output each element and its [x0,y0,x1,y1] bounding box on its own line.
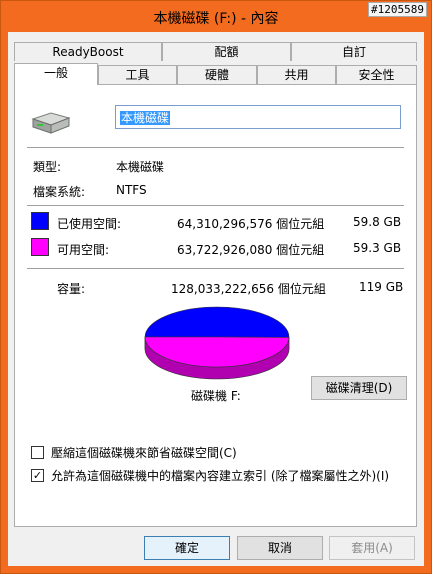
used-space-size: 59.8 GB [353,215,402,229]
tab-hardware[interactable]: 硬體 [177,65,257,84]
tab-sharing[interactable]: 共用 [257,65,336,84]
divider [27,268,404,269]
compress-checkbox[interactable] [31,446,44,459]
tab-customize[interactable]: 自訂 [291,42,417,61]
free-space-label: 可用空間: [57,243,110,257]
divider [27,205,404,206]
ok-button[interactable]: 確定 [144,536,230,560]
dialog-client: ReadyBoost 配額 自訂 一般 工具 硬體 共用 安全性 本機磁碟 類型… [8,32,424,566]
volume-name-input[interactable]: 本機磁碟 [115,105,401,129]
hard-drive-icon [31,112,71,134]
tab-general[interactable]: 一般 [14,63,98,85]
apply-button[interactable]: 套用(A) [329,536,415,560]
divider [27,147,404,148]
free-space-bytes: 63,722,926,080 個位元組 [177,243,325,257]
used-space-swatch [31,212,49,230]
disk-cleanup-button[interactable]: 磁碟清理(D) [311,376,407,400]
general-panel: 本機磁碟 類型: 本機磁碟 檔案系統: NTFS 已使用空間: 64,310,2… [14,84,417,527]
capacity-size: 119 GB [359,280,404,294]
index-checkbox[interactable]: ✓ [31,469,44,482]
file-system-label: 檔案系統: [33,185,86,199]
disk-usage-pie-chart [144,306,290,380]
drive-label: 磁碟機 F: [191,389,241,403]
type-label: 類型: [33,160,62,174]
index-label[interactable]: 允許為這個磁碟機中的檔案內容建立索引 (除了檔案屬性之外)(I) [51,467,389,484]
properties-window: 本機磁碟 (F:) - 內容 #1205589 ReadyBoost 配額 自訂… [0,0,432,574]
capacity-bytes: 128,033,222,656 個位元組 [171,282,326,296]
pie-slice-0 [144,306,290,338]
compress-label[interactable]: 壓縮這個磁碟機來節省磁碟空間(C) [51,444,237,461]
tab-quota[interactable]: 配額 [162,42,291,61]
capacity-label: 容量: [57,282,86,296]
cancel-button[interactable]: 取消 [237,536,323,560]
free-space-size: 59.3 GB [353,241,402,255]
window-title: 本機磁碟 (F:) - 內容 [153,11,279,27]
title-bar[interactable]: 本機磁碟 (F:) - 內容 #1205589 [1,1,431,31]
used-space-label: 已使用空間: [57,217,122,231]
volume-name-value[interactable]: 本機磁碟 [120,111,171,125]
tab-tools[interactable]: 工具 [98,65,177,84]
free-space-swatch [31,238,49,256]
tab-readyboost[interactable]: ReadyBoost [14,42,162,61]
watermark-stamp: #1205589 [368,2,427,17]
tab-security[interactable]: 安全性 [336,65,417,84]
file-system-value: NTFS [116,183,147,197]
used-space-bytes: 64,310,296,576 個位元組 [177,217,325,231]
type-value: 本機磁碟 [116,160,165,174]
